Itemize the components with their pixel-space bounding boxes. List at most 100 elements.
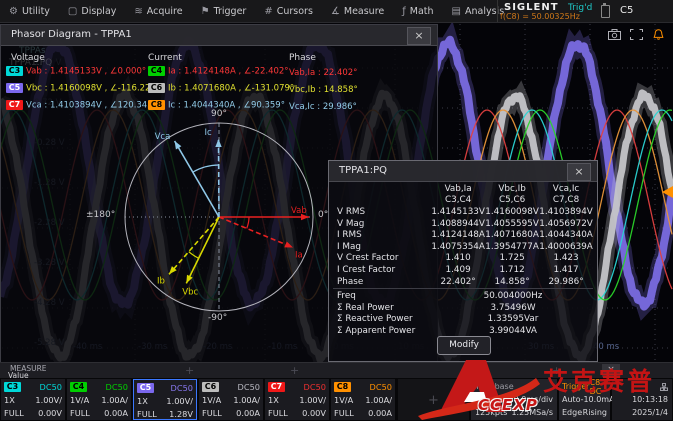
pq-col-header: Vca,Ic — [539, 184, 593, 194]
pq-table: Vab,IaVbc,IbVca,Ic C3,C4C5,C6C7,C8 V RMS… — [333, 183, 593, 337]
trigger-slope: Rising — [583, 408, 607, 417]
phase-vab-ia-value: Vab,Ia : 22.402° — [289, 68, 357, 78]
channel-box-c4[interactable]: C4DC50 1V/A1.00A/ FULL0.00A — [67, 379, 131, 420]
sample-rate: 1.25MSa/s — [511, 408, 553, 417]
pq-col-header: Vab,Ia — [431, 184, 485, 194]
phasor-close-button[interactable]: × — [407, 27, 431, 45]
add-icon: + — [428, 393, 439, 408]
trigger-type: Edge — [562, 408, 582, 417]
current-ia-value: Ia : 1.4124148A , ∠-22.402° — [168, 67, 289, 77]
menu-measure[interactable]: ∡Measure — [322, 0, 393, 22]
modify-button[interactable]: Modify — [437, 336, 491, 355]
pq-row-vrms: V RMS1.4145133V1.4160098V1.4103894V — [333, 206, 593, 218]
grid-cross: + — [185, 364, 194, 377]
channel-box-c3[interactable]: C3DC50 1X1.00V/ FULL0.00V — [1, 379, 65, 420]
measure-bar: MEASURE Value + + + × — [0, 362, 673, 379]
menu-cursors[interactable]: #Cursors — [255, 0, 322, 22]
camera-icon[interactable] — [608, 29, 621, 40]
menu-trigger-label: Trigger — [214, 6, 247, 17]
pq-header-row: Vab,IaVbc,IbVca,Ic — [333, 183, 593, 195]
channel-badge-c7: C7 — [6, 100, 23, 110]
phase-row-vbc-ib: Vbc,Ib : 14.858° — [289, 85, 358, 95]
channel-label-c3: C3 — [4, 382, 21, 392]
acquire-icon: ≋ — [134, 6, 142, 17]
phasor-axis-0: 0° — [318, 210, 328, 220]
channel-badge-c6: C6 — [148, 83, 165, 93]
channel-label-c4: C4 — [70, 382, 87, 392]
clock-time: 10:13:18 — [632, 395, 668, 404]
pq-dialog-title: TPPA1:PQ — [339, 165, 387, 176]
voltage-row-vab: C3Vab : 1.4145133V , ∠0.000° — [6, 66, 146, 77]
channel-badge-c5: C5 — [6, 83, 23, 93]
menu-display-label: Display — [81, 6, 116, 17]
angle-icon: ∡ — [331, 6, 340, 17]
pq-row-real-power: Σ Real Power3.75496W — [333, 302, 593, 314]
network-icon — [660, 383, 668, 391]
measure-close-button[interactable]: × — [602, 364, 620, 377]
channel-label-c5: C5 — [137, 383, 154, 393]
coupling-c5: DC50 — [171, 383, 193, 393]
pq-row-reactive-power: Σ Reactive Power1.33595Var — [333, 314, 593, 326]
current-row-ib: C6Ib : 1.4071680A , ∠-131.079° — [148, 83, 294, 94]
pq-row-apparent-power: Σ Apparent Power3.99044VA — [333, 325, 593, 337]
voltage-vab-value: Vab : 1.4145133V , ∠0.000° — [26, 67, 146, 77]
menu-trigger[interactable]: ⚑ Trigger — [192, 0, 256, 22]
brand-cluster: SIGLENT Trig'd f(C8) = 50.00325Hz C5 — [497, 0, 673, 22]
phase-header: Phase — [289, 53, 316, 63]
menu-acquire[interactable]: ≋ Acquire — [125, 0, 191, 22]
menu-cursors-label: Cursors — [277, 6, 313, 17]
pq-col-channels: C7,C8 — [539, 195, 593, 205]
trigger-box[interactable]: TriggerC8 DC Auto-10.0mA EdgeRising — [559, 379, 610, 420]
top-menu-bar: ⚙Utility ▢ Display ≋ Acquire ⚑ Trigger #Cur… — [0, 0, 673, 23]
timebase-box[interactable]: Timebase 10.0ms/div 125kpts1.25MSa/s — [471, 379, 557, 420]
svg-text:Ib: Ib — [157, 276, 165, 286]
phasor-window-titlebar[interactable]: Phasor Diagram - TPPA1 × — [1, 25, 437, 46]
channel-box-c7[interactable]: C7DC50 1X1.00V/ FULL0.00V — [265, 379, 329, 420]
empty-channel-slot[interactable]: + — [398, 379, 469, 420]
channel-box-c5[interactable]: C5DC50 1X1.00V/ FULL1.28V — [133, 379, 197, 420]
display-icon: ▢ — [68, 6, 77, 17]
pq-dialog: TPPA1:PQ × Vab,IaVbc,IbVca,Ic C3,C4C5,C6… — [328, 160, 598, 362]
menu-math[interactable]: ƒMath — [393, 0, 442, 22]
channel-box-c6[interactable]: C6DC50 1V/A1.00A/ FULL0.00A — [199, 379, 263, 420]
bell-icon[interactable] — [652, 29, 665, 40]
channel-label-c8: C8 — [334, 382, 351, 392]
timebase-scale: 10.0ms/div — [508, 395, 553, 404]
current-ib-value: Ib : 1.4071680A , ∠-131.079° — [168, 84, 294, 94]
coupling-c7: DC50 — [304, 382, 326, 392]
clock-date: 2025/1/4 — [632, 408, 668, 417]
pq-dialog-titlebar[interactable]: TPPA1:PQ × — [329, 161, 597, 182]
active-channel-label[interactable]: C5 — [620, 5, 633, 16]
coupling-c3: DC50 — [40, 382, 62, 392]
channel-badge-c4: C4 — [148, 66, 165, 76]
voltage-row-vbc: C5Vbc : 1.4160098V , ∠-116.220° — [6, 83, 160, 94]
menu-acquire-label: Acquire — [147, 6, 183, 17]
current-row-ia: C4Ia : 1.4124148A , ∠-22.402° — [148, 66, 289, 77]
flag-icon: ⚑ — [201, 6, 210, 17]
channel-box-c8[interactable]: C8DC50 1V/A1.00A/ FULL0.00A — [331, 379, 395, 420]
pq-col-channels: C3,C4 — [431, 195, 485, 205]
menu-utility[interactable]: ⚙Utility — [0, 0, 59, 22]
coupling-c8: DC50 — [370, 382, 392, 392]
pq-row-vcrest: V Crest Factor1.4101.7251.423 — [333, 253, 593, 265]
phasor-axis-180: ±180° — [86, 210, 115, 220]
svg-text:Vca: Vca — [155, 132, 171, 142]
trigger-level: -10.0mA — [581, 395, 615, 404]
menu-display[interactable]: ▢ Display — [59, 0, 125, 22]
channel-badge-c3: C3 — [6, 66, 23, 76]
channel-strip: C3DC50 1X1.00V/ FULL0.00V C4DC50 1V/A1.0… — [0, 378, 673, 421]
trigger-label: Trigger — [562, 382, 590, 391]
fullscreen-icon[interactable] — [630, 29, 643, 40]
trigger-source: C8 DC — [590, 378, 607, 396]
timebase-points: 125kpts — [475, 408, 507, 417]
pq-close-button[interactable]: × — [567, 163, 591, 181]
phasor-axis-90: 90° — [211, 109, 227, 119]
pq-col-header: Vbc,Ib — [485, 184, 539, 194]
menu-utility-label: Utility — [22, 6, 50, 17]
datetime-box: 10:13:18 2025/1/4 — [612, 379, 672, 420]
pq-row-irms: I RMS1.4124148A1.4071680A1.4044340A — [333, 229, 593, 241]
channel-label-c7: C7 — [268, 382, 285, 392]
phasor-plot: VabIaVbcIbVcaIc — [109, 107, 329, 327]
chart-icon: ▤ — [452, 6, 461, 17]
pq-channel-row: C3,C4C5,C6C7,C8 — [333, 195, 593, 207]
